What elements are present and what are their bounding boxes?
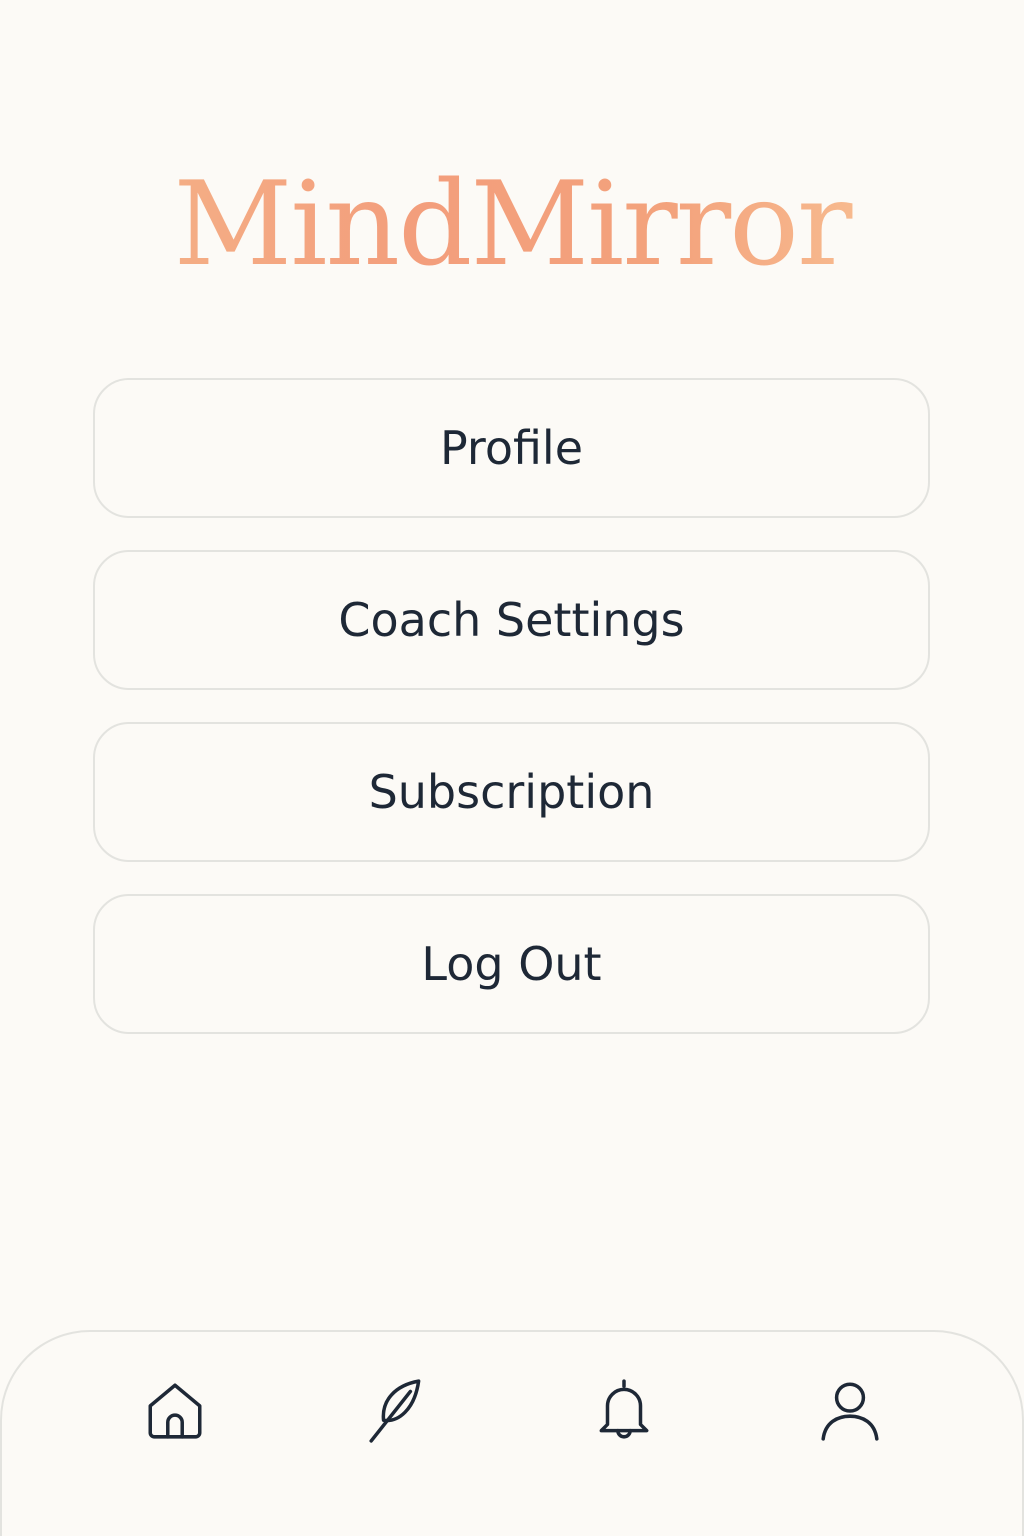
subscription-button[interactable]: Subscription — [93, 722, 930, 862]
tab-home[interactable] — [135, 1370, 215, 1450]
coach-settings-button[interactable]: Coach Settings — [93, 550, 930, 690]
tab-notifications[interactable] — [584, 1370, 664, 1450]
settings-screen: MindMirror Profile Coach Settings Subscr… — [0, 0, 1024, 1536]
bell-icon — [599, 1379, 649, 1439]
profile-button[interactable]: Profile — [93, 378, 930, 518]
tab-journal[interactable] — [358, 1370, 438, 1450]
app-title: MindMirror — [0, 160, 1024, 290]
home-icon — [148, 1383, 202, 1439]
tab-profile[interactable] — [810, 1370, 890, 1450]
user-icon — [821, 1382, 879, 1441]
feather-icon — [369, 1379, 421, 1443]
log-out-button[interactable]: Log Out — [93, 894, 930, 1034]
